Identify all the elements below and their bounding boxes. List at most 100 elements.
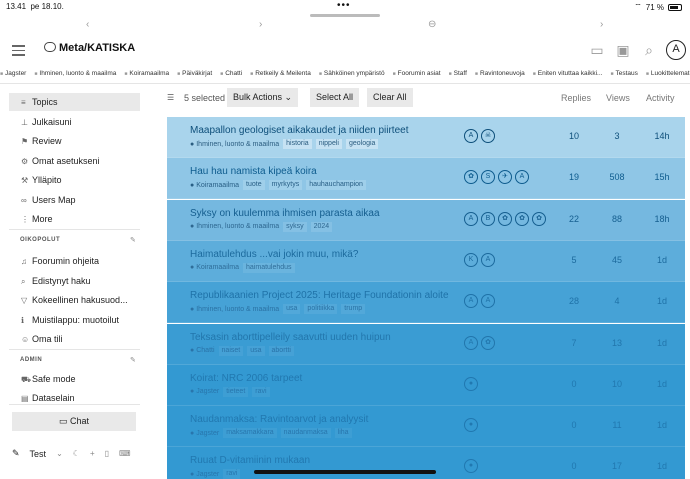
topic-title[interactable]: Maapallon geologiset aikakaudet ja niide…	[190, 125, 408, 136]
topic-tag[interactable]: nippeli	[315, 139, 342, 149]
poster-avatar[interactable]: ✿	[498, 211, 512, 226]
category-link[interactable]: Testaus	[610, 70, 637, 77]
topic-tag[interactable]: haimatulehdus	[243, 262, 295, 273]
topic-activity[interactable]: 1d	[647, 296, 677, 306]
poster-avatar[interactable]: B	[481, 211, 495, 226]
topic-tag[interactable]: politiikka	[304, 304, 338, 315]
category-link[interactable]: Luokittelematon	[646, 70, 690, 77]
poster-avatar[interactable]: A	[481, 252, 495, 267]
pencil-icon[interactable]: ✎	[130, 356, 136, 364]
link-icon[interactable]: ⊖	[428, 19, 436, 30]
sidebar-item-safe-mode[interactable]: ⛟Safe mode	[9, 370, 140, 388]
poster-avatar[interactable]: A	[464, 211, 478, 226]
topic-row[interactable]: Haimatulehdus ...vai jokin muu, mikä? Koi…	[167, 240, 685, 282]
topic-activity[interactable]: 1d	[647, 420, 677, 430]
topic-tag[interactable]: trump	[341, 304, 366, 315]
sidebar-item-julkaisuni[interactable]: ⊥ Julkaisuni	[9, 113, 140, 131]
topic-row[interactable]: Ruuat D-vitamiinin mukaan Jagster ravi ● 0 17…	[167, 447, 685, 479]
topic-title[interactable]: Naudanmaksa: Ravintoarvot ja analyysit	[190, 414, 368, 425]
search-icon[interactable]: ⌕	[640, 41, 658, 59]
chevron-down-icon[interactable]: ⌄	[56, 449, 63, 458]
topic-tag[interactable]: ravi	[223, 469, 241, 479]
topic-tag[interactable]: geologia	[345, 139, 379, 149]
topic-category[interactable]: Jagster	[190, 388, 219, 395]
topic-tag[interactable]: naudanmaksa	[280, 428, 331, 439]
poster-avatar[interactable]: A	[464, 335, 478, 350]
category-link[interactable]: Sähköinen ympäristö	[319, 70, 385, 77]
section-oikopolut[interactable]: OIKOPOLUT	[20, 237, 60, 243]
poster-avatar[interactable]: K	[464, 252, 478, 267]
category-link[interactable]: Koiramaailma	[124, 70, 169, 77]
category-link[interactable]: Retkeily & Meilenta	[250, 70, 311, 77]
activity-header[interactable]: Activity	[646, 93, 675, 103]
tablet-icon[interactable]: ▯	[105, 449, 109, 458]
topic-category[interactable]: Ihminen, luonto & maailma	[190, 223, 279, 230]
topic-title[interactable]: Hau hau namista kipeä koira	[190, 166, 317, 177]
topic-tag[interactable]: abortti	[268, 345, 294, 356]
topic-tag[interactable]: usa	[247, 345, 265, 356]
brush-icon[interactable]: ✎	[12, 448, 20, 459]
topic-activity[interactable]: 1d	[647, 461, 677, 471]
poster-avatar[interactable]: A	[464, 294, 478, 309]
bulk-select-icon[interactable]: ☰	[167, 93, 174, 102]
poster-avatar[interactable]: ✿	[481, 335, 495, 350]
topic-row[interactable]: Naudanmaksa: Ravintoarvot ja analyysit Ja…	[167, 406, 685, 448]
topic-title[interactable]: Republikaanien Project 2025: Heritage Fo…	[190, 290, 449, 301]
sidebar-item-omat-asetukseni[interactable]: ⚙ Omat asetukseni	[9, 152, 140, 170]
bulk-actions-button[interactable]: Bulk Actions ⌄	[227, 88, 299, 107]
back-arrow-icon[interactable]: ‹	[86, 19, 89, 30]
topic-category[interactable]: Koiramaailma	[190, 264, 239, 271]
topic-tag[interactable]: hauhauchampion	[306, 180, 366, 191]
topic-activity[interactable]: 1d	[647, 338, 677, 348]
topic-activity[interactable]: 18h	[647, 214, 677, 224]
topic-row[interactable]: Syksy on kuulemma ihmisen parasta aikaa I…	[167, 199, 685, 241]
category-link[interactable]: Eniten vituttaa kaikki...	[533, 70, 603, 77]
topic-title[interactable]: Ruuat D-vitamiinin mukaan	[190, 455, 310, 466]
poster-avatar[interactable]: ☠	[481, 129, 495, 143]
poster-avatar[interactable]: ✿	[532, 211, 546, 226]
chat-button[interactable]: ▭ Chat	[12, 412, 136, 431]
poster-avatar[interactable]: ●	[464, 418, 478, 433]
topic-category[interactable]: Jagster	[190, 430, 219, 437]
sidebar-item-oma-tili[interactable]: ☺ Oma tili	[9, 330, 140, 348]
sidebar-item-muistilappu-muotoilut[interactable]: ℹ Muistilappu: muotoilut	[9, 311, 140, 329]
forward-icon[interactable]: ›	[600, 19, 603, 30]
topic-tag[interactable]: tuote	[243, 180, 265, 191]
topic-tag[interactable]: usa	[283, 304, 301, 315]
topic-tag[interactable]: myrkytys	[268, 180, 303, 191]
poster-avatar[interactable]: S	[481, 170, 495, 185]
poster-avatar[interactable]: A	[481, 294, 495, 309]
site-logo[interactable]: Meta/KATISKA	[44, 42, 135, 54]
sidebar-item-users-map[interactable]: ∞ Users Map	[9, 191, 140, 209]
poster-avatar[interactable]: ✈	[498, 170, 512, 185]
topic-tag[interactable]: historia	[283, 139, 312, 149]
robot-icon[interactable]: ▣	[614, 41, 632, 59]
poster-avatar[interactable]: ✿	[515, 211, 529, 226]
topic-category[interactable]: Ihminen, luonto & maailma	[190, 141, 279, 148]
plus-icon[interactable]: +	[90, 449, 95, 458]
category-link[interactable]: Ravintoneuvoja	[475, 70, 525, 77]
clear-all-button[interactable]: Clear All	[367, 88, 413, 107]
topic-row[interactable]: Republikaanien Project 2025: Heritage Fo…	[167, 282, 685, 324]
topic-category[interactable]: Jagster	[190, 471, 219, 478]
category-link[interactable]: Chatti	[220, 70, 242, 77]
topic-title[interactable]: Syksy on kuulemma ihmisen parasta aikaa	[190, 208, 380, 219]
sidebar-item-foorumin-ohjeita[interactable]: ♫ Foorumin ohjeita	[9, 252, 140, 270]
url-pill[interactable]	[310, 14, 380, 17]
topic-category[interactable]: Chatti	[190, 347, 214, 354]
topic-row[interactable]: Maapallon geologiset aikakaudet ja niide…	[167, 117, 685, 158]
home-indicator[interactable]	[254, 470, 436, 474]
category-link[interactable]: Jagster	[0, 70, 26, 77]
user-avatar[interactable]: A	[666, 40, 686, 60]
sidebar-item-topics[interactable]: ≡ Topics	[9, 93, 140, 111]
select-all-button[interactable]: Select All	[310, 88, 360, 107]
sidebar-item-ylläpito[interactable]: ⚒ Ylläpito	[9, 171, 140, 189]
moon-icon[interactable]: ☾	[73, 449, 80, 458]
category-link[interactable]: Päiväkirjat	[177, 70, 212, 77]
topic-tag[interactable]: tieteet	[223, 386, 249, 397]
poster-avatar[interactable]: ✿	[464, 170, 478, 185]
forward-arrow-icon[interactable]: ›	[259, 19, 262, 30]
sidebar-item-edistynyt-haku[interactable]: ⌕ Edistynyt haku	[9, 272, 140, 290]
topic-category[interactable]: Ihminen, luonto & maailma	[190, 306, 279, 313]
hamburger-menu-icon[interactable]	[12, 45, 25, 59]
